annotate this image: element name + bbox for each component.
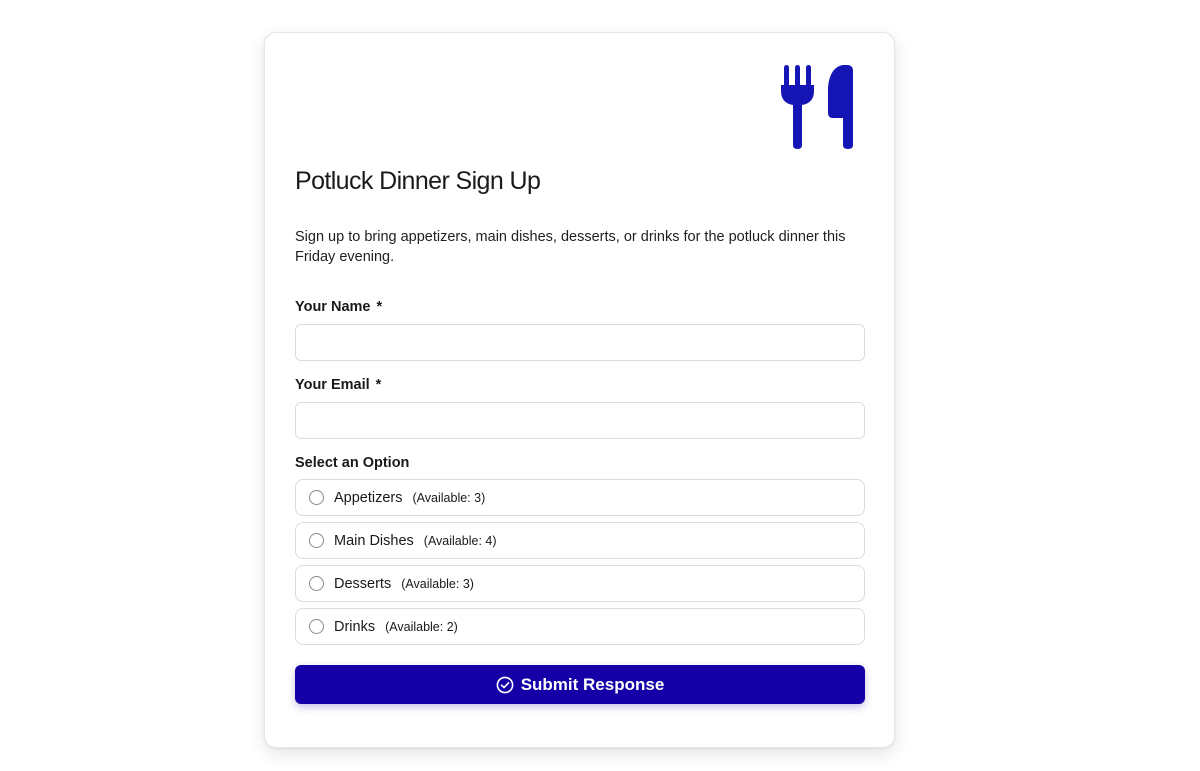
name-field-label: Your Name * (295, 299, 382, 315)
name-label-text: Your Name (295, 299, 371, 315)
radio-button[interactable] (309, 576, 324, 591)
option-appetizers[interactable]: Appetizers (Available: 3) (295, 479, 865, 516)
email-field-label: Your Email * (295, 377, 381, 393)
option-label: Drinks (334, 618, 376, 635)
radio-button[interactable] (309, 490, 324, 505)
option-desserts[interactable]: Desserts (Available: 3) (295, 565, 865, 602)
availability-count: (Available: 2) (385, 619, 458, 634)
option-label: Main Dishes (334, 532, 414, 549)
email-label-text: Your Email (295, 377, 370, 393)
option-main-dishes[interactable]: Main Dishes (Available: 4) (295, 522, 865, 559)
availability-count: (Available: 3) (401, 576, 474, 591)
availability-count: (Available: 3) (412, 490, 486, 505)
name-input[interactable] (295, 324, 865, 361)
submit-label: Submit Response (520, 674, 665, 694)
required-marker: * (376, 299, 383, 315)
availability-count: (Available: 4) (423, 533, 497, 548)
option-group-label: Select an Option (295, 455, 410, 471)
option-radio-group: Appetizers (Available: 3) Main Dishes (A… (295, 479, 865, 651)
option-label: Appetizers (334, 489, 403, 506)
email-input[interactable] (295, 402, 865, 439)
radio-button[interactable] (309, 619, 324, 634)
fork-knife-icon (781, 65, 853, 149)
radio-button[interactable] (309, 533, 324, 548)
option-drinks[interactable]: Drinks (Available: 2) (295, 608, 865, 645)
signup-form-card: Potluck Dinner Sign Up Sign up to bring … (264, 32, 895, 748)
required-marker: * (375, 377, 382, 393)
option-label: Desserts (334, 575, 392, 592)
page-title: Potluck Dinner Sign Up (295, 167, 541, 195)
check-circle-icon (496, 676, 514, 693)
form-description: Sign up to bring appetizers, main dishes… (295, 229, 846, 265)
submit-button[interactable]: Submit Response (295, 665, 865, 704)
